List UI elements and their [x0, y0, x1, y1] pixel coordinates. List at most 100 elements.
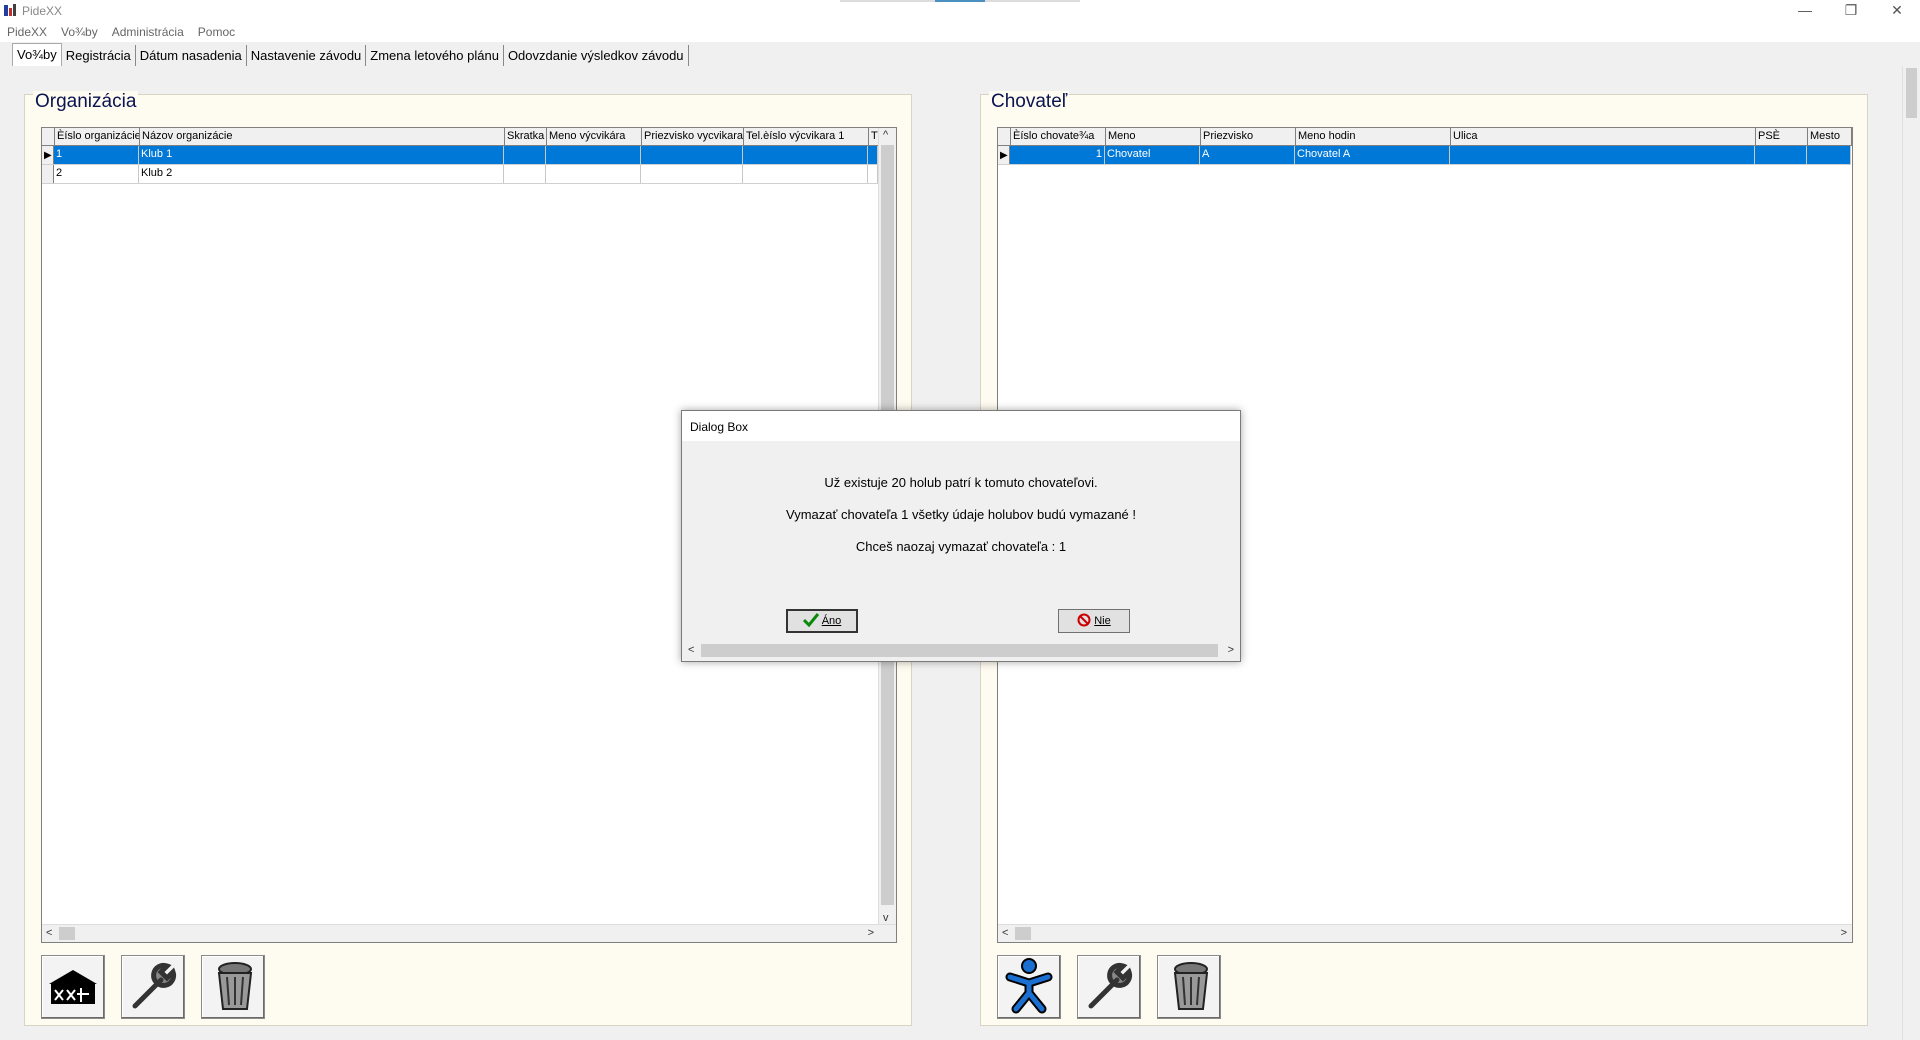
- dialog-title-bar: Dialog Box: [682, 411, 1240, 441]
- column-header[interactable]: Meno: [1106, 128, 1201, 145]
- dialog-message-line-2: Vymazať chovateľa 1 všetky údaje holubov…: [786, 507, 1136, 522]
- table-cell: [1755, 146, 1807, 164]
- no-entry-icon: [1077, 613, 1091, 630]
- column-header[interactable]: Názov organizácie: [140, 128, 505, 145]
- close-button[interactable]: ✕: [1874, 0, 1920, 22]
- menu-administracia[interactable]: Administrácia: [105, 22, 191, 42]
- grid-header-corner: [42, 128, 55, 145]
- menu-pidexx[interactable]: PideXX: [0, 22, 54, 42]
- scroll-up-icon[interactable]: ^: [883, 129, 888, 141]
- table-cell: 1: [54, 146, 139, 164]
- grid-header-corner: [998, 128, 1011, 145]
- no-button-label: Nie: [1094, 615, 1111, 627]
- tab-odovzdanie-vysledkov[interactable]: Odovzdanie výsledkov závodu: [503, 45, 689, 67]
- edit-breeder-button[interactable]: [1077, 955, 1141, 1019]
- title-marker-accent: [935, 0, 985, 2]
- tab-datum-nasadenia[interactable]: Dátum nasadenia: [135, 45, 247, 67]
- table-cell: [504, 165, 546, 183]
- dialog-message-line-3: Chceš naozaj vymazať chovateľa : 1: [855, 539, 1067, 554]
- wrench-icon: [1083, 960, 1135, 1015]
- table-cell: [504, 146, 546, 164]
- yes-button-label: Áno: [821, 615, 842, 627]
- breeder-grid-header: Èíslo chovate¾a Meno Priezvisko Meno hod…: [998, 128, 1852, 146]
- no-button[interactable]: Nie: [1058, 609, 1130, 633]
- breeder-horizontal-scrollbar[interactable]: < >: [998, 924, 1852, 942]
- column-header[interactable]: Skratka: [505, 128, 547, 145]
- column-header[interactable]: Tel.èíslo výcvikara 1: [744, 128, 869, 145]
- table-cell: 1: [1010, 146, 1105, 164]
- app-icon: [3, 3, 17, 17]
- window-vertical-scrollbar[interactable]: [1902, 66, 1920, 1040]
- tab-registracia[interactable]: Registrácia: [61, 45, 136, 67]
- table-cell: Klub 1: [139, 146, 504, 164]
- dialog-horizontal-scrollbar[interactable]: < >: [684, 642, 1238, 659]
- table-cell: Chovatel: [1105, 146, 1200, 164]
- dialog-message-line-1: Už existuje 20 holub patrí k tomuto chov…: [824, 475, 1098, 490]
- title-bar: PideXX — ❐ ✕: [0, 0, 1920, 22]
- scroll-right-icon[interactable]: >: [1841, 927, 1847, 939]
- tab-nastavenie-zavodu[interactable]: Nastavenie závodu: [246, 45, 367, 67]
- column-header[interactable]: PSÈ: [1756, 128, 1808, 145]
- table-cell: [868, 165, 878, 183]
- table-cell: [641, 146, 743, 164]
- column-header[interactable]: Èíslo chovate¾a: [1011, 128, 1106, 145]
- scroll-thumb[interactable]: [1906, 68, 1917, 118]
- delete-breeder-button[interactable]: [1157, 955, 1221, 1019]
- table-cell: Klub 2: [139, 165, 504, 183]
- restore-button[interactable]: ❐: [1828, 0, 1874, 22]
- scroll-right-icon[interactable]: >: [868, 927, 874, 939]
- tab-strip: Vo¾by Registrácia Dátum nasadenia Nastav…: [12, 43, 689, 68]
- column-header[interactable]: Priezvisko: [1201, 128, 1296, 145]
- scroll-thumb[interactable]: [1015, 927, 1031, 940]
- menu-volby[interactable]: Vo¾by: [54, 22, 105, 42]
- trash-icon: [1165, 959, 1213, 1016]
- table-row[interactable]: ▶ 1 Chovatel A Chovatel A: [998, 146, 1851, 165]
- minimize-button[interactable]: —: [1782, 0, 1828, 22]
- window-title: PideXX: [22, 4, 63, 18]
- tab-zmena-letoveho-planu[interactable]: Zmena letového plánu: [366, 45, 504, 67]
- scroll-left-icon[interactable]: <: [46, 927, 52, 939]
- table-row[interactable]: ▶ 1 Klub 1: [42, 146, 878, 165]
- table-cell: 2: [54, 165, 139, 183]
- scroll-left-icon[interactable]: <: [688, 644, 694, 656]
- table-cell: [868, 146, 878, 164]
- scroll-right-icon[interactable]: >: [1228, 644, 1234, 656]
- edit-organization-button[interactable]: [121, 955, 185, 1019]
- column-header[interactable]: Ulica: [1451, 128, 1756, 145]
- column-header[interactable]: Priezvisko vycvikara: [642, 128, 744, 145]
- column-header[interactable]: Meno výcvikára: [547, 128, 642, 145]
- menu-pomoc[interactable]: Pomoc: [191, 22, 242, 42]
- trash-icon: [209, 959, 257, 1016]
- breeder-panel-title: Chovateľ: [989, 91, 1070, 113]
- yes-button[interactable]: Áno: [786, 609, 858, 633]
- row-indicator-icon: ▶: [998, 146, 1010, 164]
- table-row[interactable]: 2 Klub 2: [42, 165, 878, 184]
- organization-grid-header: Èíslo organizácie Názov organizácie Skra…: [42, 128, 879, 146]
- dialog-title: Dialog Box: [690, 420, 749, 434]
- column-header[interactable]: Èíslo organizácie: [55, 128, 140, 145]
- organization-horizontal-scrollbar[interactable]: < >: [42, 924, 896, 942]
- confirm-delete-dialog: Dialog Box Už existuje 20 holub patrí k …: [681, 410, 1241, 662]
- wrench-icon: [127, 960, 179, 1015]
- column-header[interactable]: Meno hodin: [1296, 128, 1451, 145]
- scroll-left-icon[interactable]: <: [1002, 927, 1008, 939]
- table-cell: [743, 146, 868, 164]
- table-cell: A: [1200, 146, 1295, 164]
- scroll-thumb[interactable]: [59, 927, 75, 940]
- checkmark-icon: [802, 612, 819, 630]
- tab-volby[interactable]: Vo¾by: [12, 43, 62, 68]
- add-organization-button[interactable]: [41, 955, 105, 1019]
- table-cell: [546, 165, 641, 183]
- table-cell: [1807, 146, 1851, 164]
- scroll-down-icon[interactable]: v: [883, 912, 889, 924]
- table-cell: [546, 146, 641, 164]
- row-indicator: [42, 165, 54, 183]
- table-cell: Chovatel A: [1295, 146, 1450, 164]
- add-breeder-button[interactable]: [997, 955, 1061, 1019]
- scroll-thumb[interactable]: [701, 644, 1218, 657]
- column-header[interactable]: Mesto: [1808, 128, 1852, 145]
- table-cell: [641, 165, 743, 183]
- person-icon: [1004, 957, 1054, 1018]
- table-cell: [743, 165, 868, 183]
- delete-organization-button[interactable]: [201, 955, 265, 1019]
